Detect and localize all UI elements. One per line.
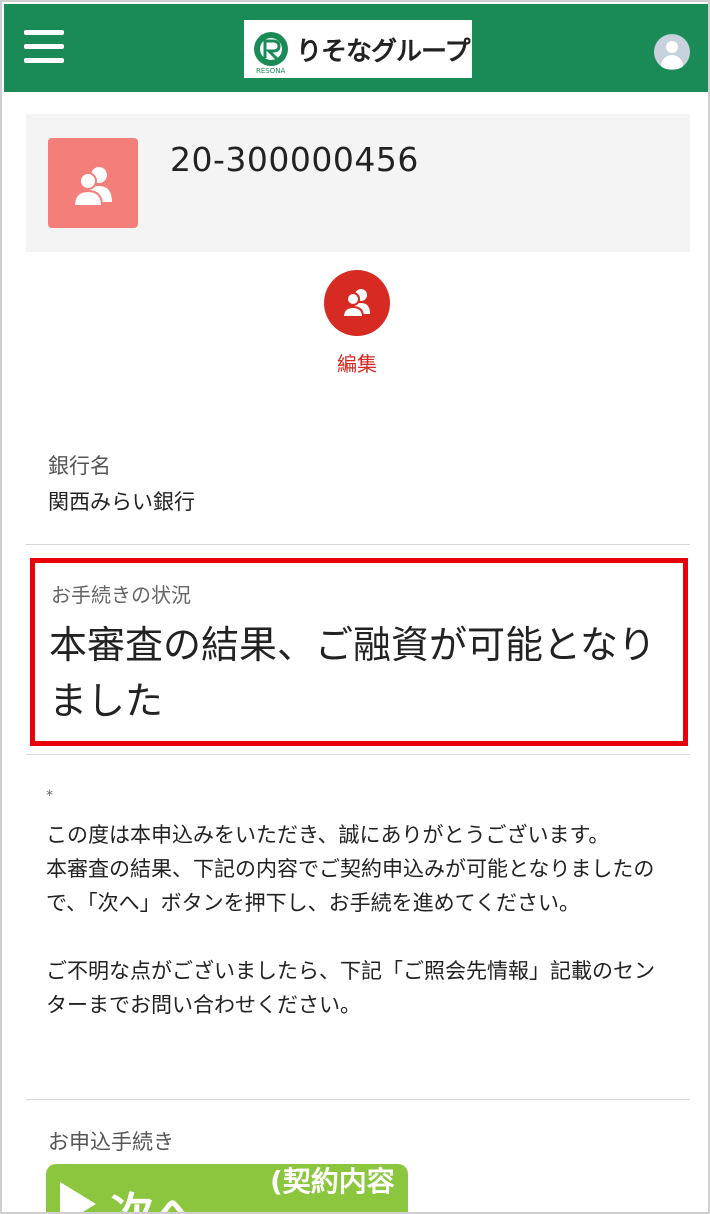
resona-group-logo[interactable]: りそなグループ RESONA — [244, 20, 472, 78]
message-line: 本審査の結果、下記の内容でご契約申込みが可能となりましたので、「次へ」ボタンを押… — [46, 857, 655, 915]
message-blank-line — [46, 920, 672, 954]
users-icon — [341, 289, 370, 318]
account-users-icon — [48, 138, 138, 228]
procedure-label: お申込手続き — [48, 1130, 174, 1154]
user-avatar-icon[interactable] — [654, 34, 690, 70]
status-label: お手続きの状況 — [51, 583, 191, 607]
account-number: 20-300000456 — [170, 140, 419, 179]
edit-label[interactable]: 編集 — [302, 348, 412, 377]
edit-button[interactable] — [324, 270, 390, 336]
application-status-highlight: お手続きの状況 本審査の結果、ご融資が可能となりました — [30, 558, 688, 746]
next-button-sublabel: (契約内容 — [270, 1165, 395, 1198]
next-button-label: 次へ — [110, 1178, 198, 1212]
resona-logo-icon — [252, 30, 290, 68]
logo-subtext: RESONA — [256, 67, 286, 75]
message-line: この度は本申込みをいただき、誠にありがとうございます。 — [46, 823, 610, 847]
next-button[interactable]: 次へ (契約内容 — [46, 1164, 408, 1212]
bank-name-label: 銀行名 — [48, 454, 111, 478]
status-text: 本審査の結果、ご融資が可能となりました — [49, 623, 656, 723]
divider — [26, 1099, 690, 1100]
message-line: ご不明な点がございましたら、下記「ご照会先情報」記載のセンターまでお問い合わせく… — [46, 959, 655, 1017]
status-message: この度は本申込みをいただき、誠にありがとうございます。 本審査の結果、下記の内容… — [46, 818, 672, 1022]
bank-name-value: 関西みらい銀行 — [48, 490, 195, 514]
play-arrow-icon — [60, 1182, 96, 1212]
divider — [26, 544, 690, 545]
note-asterisk: * — [46, 788, 53, 804]
divider — [26, 754, 690, 755]
account-header-card: 20-300000456 — [26, 114, 690, 252]
app-frame: りそなグループ RESONA 20-300000456 編集 銀行名 関西みらい… — [0, 0, 710, 1214]
logo-text: りそなグループ — [296, 36, 470, 67]
menu-icon[interactable] — [24, 30, 64, 64]
top-navigation-bar: りそなグループ RESONA — [4, 4, 708, 92]
